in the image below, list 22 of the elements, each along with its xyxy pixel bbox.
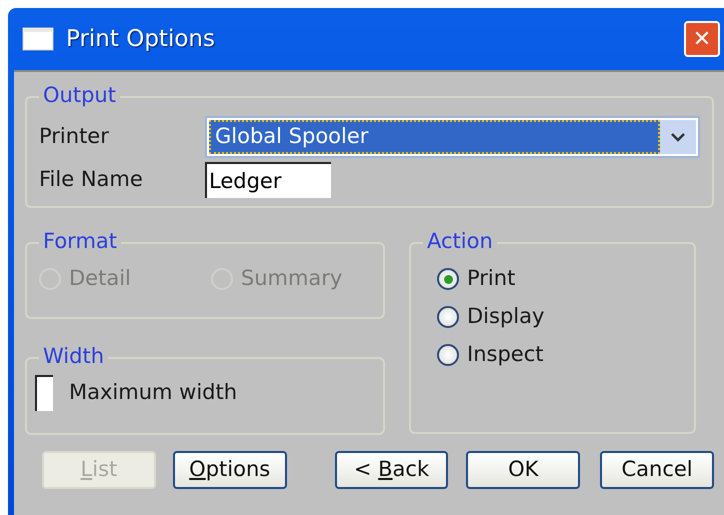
dialog-button[interactable]: Cancel xyxy=(600,451,714,489)
dialog-button[interactable]: < Back xyxy=(334,451,448,489)
radio-label: Detail xyxy=(69,265,131,292)
radio-button[interactable] xyxy=(437,268,459,290)
chevron-down-icon xyxy=(670,132,686,142)
radio-label: Display xyxy=(467,303,544,330)
window-title: Print Options xyxy=(66,24,215,54)
radio-button[interactable] xyxy=(437,306,459,328)
radio-label: Inspect xyxy=(467,341,544,368)
printer-dropdown[interactable]: Global Spooler xyxy=(205,116,700,158)
radio-button[interactable] xyxy=(437,344,459,366)
field-label: Printer xyxy=(39,123,110,150)
checkbox[interactable] xyxy=(35,375,53,411)
radio-label: Summary xyxy=(240,265,342,292)
close-button[interactable]: ✕ xyxy=(684,21,720,57)
dialog-button[interactable]: OK xyxy=(466,451,580,489)
checkbox-label: Maximum width xyxy=(69,379,238,406)
dialog-button[interactable]: Options xyxy=(172,451,287,489)
window-icon xyxy=(22,27,54,51)
radio-label: Print xyxy=(467,265,516,292)
file-name-field[interactable]: Ledger xyxy=(205,162,331,198)
field-label: File Name xyxy=(39,166,144,194)
